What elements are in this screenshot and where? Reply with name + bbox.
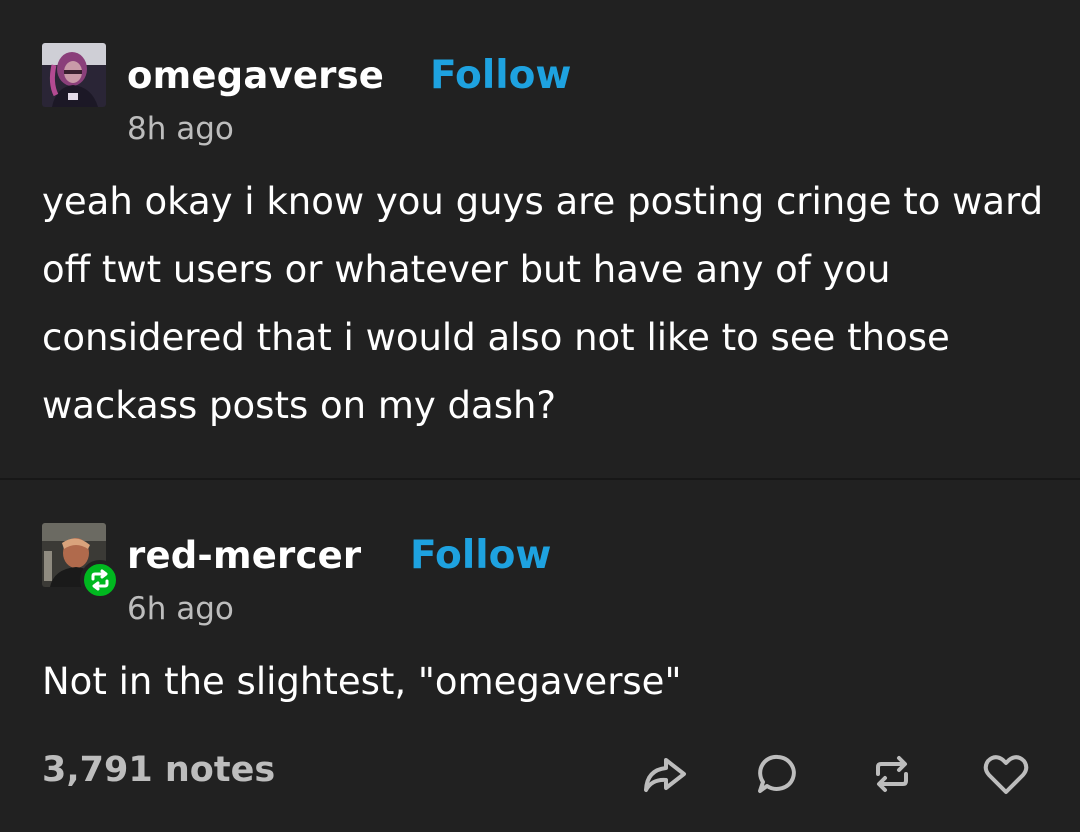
post-body-text: Not in the slightest, "omegaverse" xyxy=(42,660,682,703)
reblog-icon[interactable] xyxy=(866,748,918,800)
avatar-image xyxy=(42,43,106,107)
like-icon[interactable] xyxy=(980,748,1032,800)
share-icon[interactable] xyxy=(638,748,690,800)
reblog-badge-icon xyxy=(80,560,120,600)
post-original: omegaverse Follow 8h ago yeah okay i kno… xyxy=(0,0,1080,478)
avatar-omegaverse[interactable] xyxy=(42,43,106,107)
follow-button[interactable]: Follow xyxy=(430,53,571,98)
reply-icon[interactable] xyxy=(752,748,804,800)
post-body-text: yeah okay i know you guys are posting cr… xyxy=(42,180,1044,427)
post-timestamp: 6h ago xyxy=(127,591,234,627)
notes-count[interactable]: 3,791 notes xyxy=(42,750,275,790)
post-username[interactable]: omegaverse xyxy=(127,54,384,97)
post-username[interactable]: red-mercer xyxy=(127,534,361,577)
post-timestamp: 8h ago xyxy=(127,111,234,147)
follow-button[interactable]: Follow xyxy=(410,533,551,578)
post-reblog: red-mercer Follow 6h ago Not in the slig… xyxy=(0,480,1080,832)
